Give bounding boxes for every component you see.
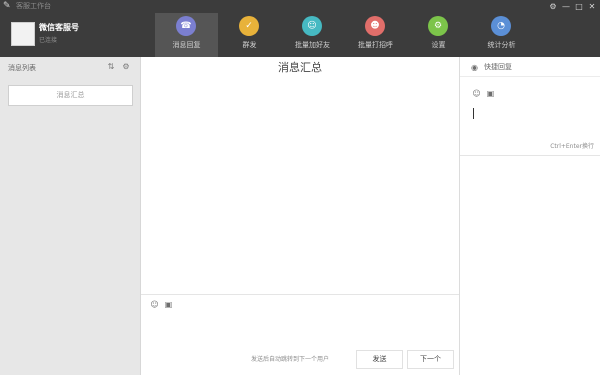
nav-item-reply[interactable]: ☎ 消息回复 xyxy=(155,13,218,57)
broadcast-icon: ✓ xyxy=(239,16,259,36)
emoji-icon[interactable]: ☺ xyxy=(150,300,159,309)
reply-icon: ☎ xyxy=(176,16,196,36)
message-list-panel: 消息列表 ⇅ ⚙ 消息汇总 xyxy=(0,57,141,375)
panel-tools: ⇅ ⚙ xyxy=(107,62,130,72)
nav-label: 统计分析 xyxy=(487,41,516,49)
quick-reply-toolbar: ☺ ▣ xyxy=(472,89,495,98)
app-logo-icon: ✎ xyxy=(3,1,11,11)
add-friend-icon: ☺ xyxy=(302,16,322,36)
filter-icon[interactable]: ⇅ xyxy=(107,62,115,72)
divider xyxy=(460,155,600,156)
nav-item-greet[interactable]: ☻ 批量打招呼 xyxy=(344,13,407,57)
minimize-icon[interactable]: — xyxy=(561,1,571,12)
user-name: 微信客服号 xyxy=(39,23,79,32)
text-cursor xyxy=(473,108,474,119)
top-bar: ✎ 客服工作台 ⚙ — □ ✕ 微信客服号 已连接 ☎ 消息回复 ✓ 群发 ☺ … xyxy=(0,0,600,57)
compose-box: ☺ ▣ 发送后自动跳转到下一个用户 发送 下一个 xyxy=(141,294,459,375)
send-button[interactable]: 发送 xyxy=(356,350,403,369)
title-bar: ✎ 客服工作台 ⚙ — □ ✕ xyxy=(0,0,600,13)
nav-label: 消息回复 xyxy=(172,41,201,49)
user-status: 已连接 xyxy=(39,37,58,44)
settings-icon: ⚙ xyxy=(428,16,448,36)
conversation-panel: 消息汇总 ☺ ▣ 发送后自动跳转到下一个用户 发送 下一个 xyxy=(141,57,459,375)
avatar[interactable] xyxy=(11,22,35,46)
quick-reply-header: ◉ 快捷回复 xyxy=(460,57,600,77)
nav-item-settings[interactable]: ⚙ 设置 xyxy=(407,13,470,57)
newline-tip: Ctrl+Enter换行 xyxy=(550,143,594,150)
main-nav: ☎ 消息回复 ✓ 群发 ☺ 批量加好友 ☻ 批量打招呼 ⚙ 设置 ◔ 统计分析 xyxy=(155,13,533,57)
nav-item-add-friends[interactable]: ☺ 批量加好友 xyxy=(281,13,344,57)
window-controls: ⚙ — □ ✕ xyxy=(548,1,597,12)
panel-title: 消息列表 xyxy=(8,64,36,72)
chat-icon: ◉ xyxy=(471,63,478,72)
auto-next-hint: 发送后自动跳转到下一个用户 xyxy=(251,356,330,363)
close-icon[interactable]: ✕ xyxy=(587,1,597,12)
message-input[interactable] xyxy=(147,312,453,348)
app-window: ✎ 客服工作台 ⚙ — □ ✕ 微信客服号 已连接 ☎ 消息回复 ✓ 群发 ☺ … xyxy=(0,0,600,375)
nav-item-stats[interactable]: ◔ 统计分析 xyxy=(470,13,533,57)
image-icon[interactable]: ▣ xyxy=(486,89,495,98)
window-title: 客服工作台 xyxy=(16,2,51,10)
emoji-icon[interactable]: ☺ xyxy=(472,89,481,98)
settings-icon[interactable]: ⚙ xyxy=(548,1,558,12)
stats-icon: ◔ xyxy=(491,16,511,36)
image-icon[interactable]: ▣ xyxy=(164,300,173,309)
nav-label: 批量加好友 xyxy=(295,41,330,49)
greet-icon: ☻ xyxy=(365,16,385,36)
next-button[interactable]: 下一个 xyxy=(407,350,454,369)
gear-icon[interactable]: ⚙ xyxy=(122,62,130,72)
profile: 微信客服号 已连接 xyxy=(0,13,142,57)
conversation-title: 消息汇总 xyxy=(278,61,322,74)
nav-label: 群发 xyxy=(242,41,257,49)
quick-reply-panel: ◉ 快捷回复 ☺ ▣ Ctrl+Enter换行 xyxy=(459,57,600,375)
nav-label: 批量打招呼 xyxy=(358,41,393,49)
maximize-icon[interactable]: □ xyxy=(574,1,584,12)
summary-button[interactable]: 消息汇总 xyxy=(8,85,133,106)
compose-toolbar: ☺ ▣ xyxy=(150,300,173,309)
quick-reply-title: 快捷回复 xyxy=(484,63,512,71)
nav-label: 设置 xyxy=(431,41,446,49)
quick-reply-input[interactable] xyxy=(466,101,594,137)
nav-item-broadcast[interactable]: ✓ 群发 xyxy=(218,13,281,57)
